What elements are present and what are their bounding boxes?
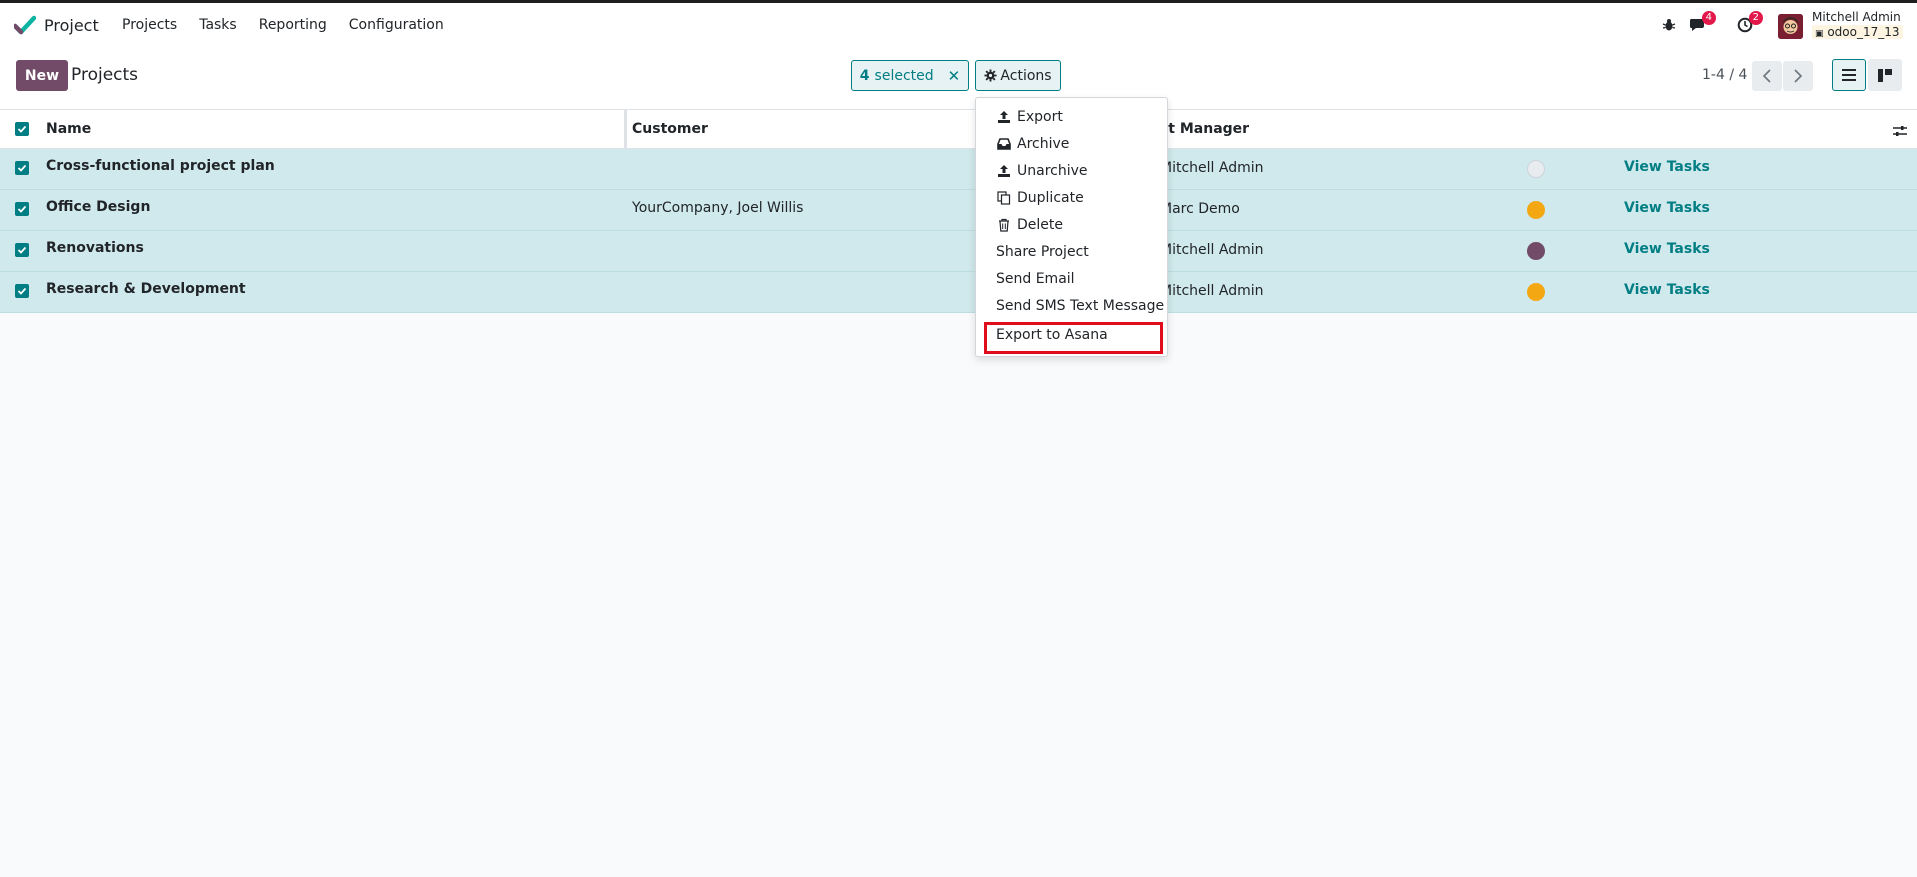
check-icon: [17, 125, 27, 133]
project-manager: Mitchell Admin: [1160, 283, 1264, 299]
check-icon: [17, 287, 27, 295]
menu-item-send-email[interactable]: Send Email: [996, 271, 1075, 287]
select-all-checkbox[interactable]: [15, 122, 29, 136]
table-row[interactable]: Renovations Mitchell Admin View Tasks: [0, 231, 1917, 272]
debug-button[interactable]: [1657, 13, 1681, 37]
project-name: Research & Development: [46, 281, 246, 297]
project-customer: YourCompany, Joel Willis: [632, 200, 804, 216]
menu-item-unarchive[interactable]: Unarchive: [996, 163, 1088, 179]
selected-label: selected: [874, 67, 934, 84]
selection-indicator: 4 selected ✕: [851, 60, 969, 91]
table-header: Name Customer ct Manager: [0, 109, 1917, 149]
menu-item-export[interactable]: Export: [996, 109, 1063, 125]
menu-projects[interactable]: Projects: [122, 17, 177, 33]
menu-item-delete[interactable]: Delete: [996, 217, 1063, 233]
view-tasks-button[interactable]: View Tasks: [1624, 200, 1710, 216]
column-header-customer[interactable]: Customer: [632, 121, 708, 137]
row-checkbox[interactable]: [15, 284, 29, 298]
project-name: Office Design: [46, 199, 151, 215]
check-icon: [17, 205, 27, 213]
copy-icon: [996, 190, 1012, 206]
check-icon: [17, 246, 27, 254]
menu-tasks[interactable]: Tasks: [199, 17, 237, 33]
optional-columns-toggle[interactable]: [1893, 122, 1907, 141]
database-name: ▣ odoo_17_13: [1812, 25, 1903, 39]
activities-badge: 2: [1748, 11, 1763, 25]
status-color-dot[interactable]: [1527, 283, 1545, 301]
actions-button[interactable]: Actions: [975, 60, 1061, 91]
database-icon: ▣: [1815, 29, 1824, 39]
list-view-button[interactable]: [1832, 59, 1866, 91]
row-checkbox[interactable]: [15, 243, 29, 257]
bug-icon: [1662, 19, 1676, 31]
app-brand[interactable]: Project: [14, 15, 99, 35]
messages-button[interactable]: 4: [1686, 11, 1716, 37]
sliders-icon: [1893, 126, 1907, 136]
messages-badge: 4: [1701, 11, 1716, 25]
status-color-dot[interactable]: [1527, 160, 1545, 178]
menu-item-share-project[interactable]: Share Project: [996, 244, 1089, 260]
status-color-dot[interactable]: [1527, 201, 1545, 219]
menu-item-label: Export: [1017, 109, 1063, 125]
chevron-left-icon: [1762, 69, 1771, 83]
activities-button[interactable]: 2: [1733, 11, 1763, 37]
project-manager: Marc Demo: [1160, 201, 1240, 217]
table-row[interactable]: Research & Development Mitchell Admin Vi…: [0, 272, 1917, 313]
project-manager: Mitchell Admin: [1160, 160, 1264, 176]
view-tasks-button[interactable]: View Tasks: [1624, 282, 1710, 298]
trash-icon: [996, 217, 1012, 233]
app-name: Project: [44, 15, 99, 35]
list-icon: [1842, 69, 1856, 81]
table-row[interactable]: Office Design YourCompany, Joel Willis M…: [0, 190, 1917, 231]
table-row[interactable]: Cross-functional project plan Mitchell A…: [0, 149, 1917, 190]
clear-selection-icon[interactable]: ✕: [948, 67, 961, 85]
database-label: odoo_17_13: [1827, 25, 1900, 39]
check-icon: [17, 164, 27, 172]
kanban-icon: [1878, 68, 1892, 82]
menu-configuration[interactable]: Configuration: [349, 17, 444, 33]
user-avatar-icon: [1778, 14, 1803, 39]
menu-item-duplicate[interactable]: Duplicate: [996, 190, 1084, 206]
row-checkbox[interactable]: [15, 161, 29, 175]
inbox-icon: [996, 136, 1012, 152]
actions-dropdown-menu: Export Archive Unarchive Duplicate Delet…: [975, 97, 1168, 357]
upload-icon: [996, 163, 1012, 179]
row-checkbox[interactable]: [15, 202, 29, 216]
pager-previous-button[interactable]: [1752, 61, 1782, 91]
menu-reporting[interactable]: Reporting: [259, 17, 327, 33]
view-tasks-button[interactable]: View Tasks: [1624, 241, 1710, 257]
menu-item-send-sms[interactable]: Send SMS Text Message: [996, 298, 1164, 314]
menu-item-label: Delete: [1017, 217, 1063, 233]
column-header-project-manager[interactable]: ct Manager: [1160, 121, 1249, 137]
menu-item-label: Duplicate: [1017, 190, 1084, 206]
actions-label: Actions: [1000, 67, 1052, 84]
upload-icon: [996, 109, 1012, 125]
pager-value[interactable]: 1-4 / 4: [1702, 67, 1747, 83]
kanban-view-button[interactable]: [1868, 59, 1902, 91]
avatar[interactable]: [1778, 14, 1803, 39]
control-panel: New Projects 4 selected ✕ Actions 1-4 / …: [0, 49, 1917, 109]
page-title[interactable]: Projects: [71, 65, 138, 85]
selected-count: 4: [859, 67, 870, 84]
project-name: Cross-functional project plan: [46, 158, 275, 174]
top-navbar: Project Projects Tasks Reporting Configu…: [0, 3, 1917, 49]
column-header-name[interactable]: Name: [46, 121, 91, 137]
project-manager: Mitchell Admin: [1160, 242, 1264, 258]
gear-icon: [984, 69, 997, 82]
highlight-box: [984, 322, 1163, 354]
column-resize-handle[interactable]: [624, 110, 627, 148]
menu-item-archive[interactable]: Archive: [996, 136, 1069, 152]
project-app-icon: [14, 15, 36, 35]
status-color-dot[interactable]: [1527, 242, 1545, 260]
menu-item-label: Archive: [1017, 136, 1070, 152]
new-button[interactable]: New: [16, 60, 68, 91]
menu-item-label: Unarchive: [1017, 163, 1088, 179]
pager-next-button[interactable]: [1783, 61, 1813, 91]
view-tasks-button[interactable]: View Tasks: [1624, 159, 1710, 175]
project-name: Renovations: [46, 240, 144, 256]
main-menu: Projects Tasks Reporting Configuration: [122, 17, 466, 33]
chevron-right-icon: [1794, 69, 1803, 83]
user-name[interactable]: Mitchell Admin: [1812, 10, 1901, 24]
